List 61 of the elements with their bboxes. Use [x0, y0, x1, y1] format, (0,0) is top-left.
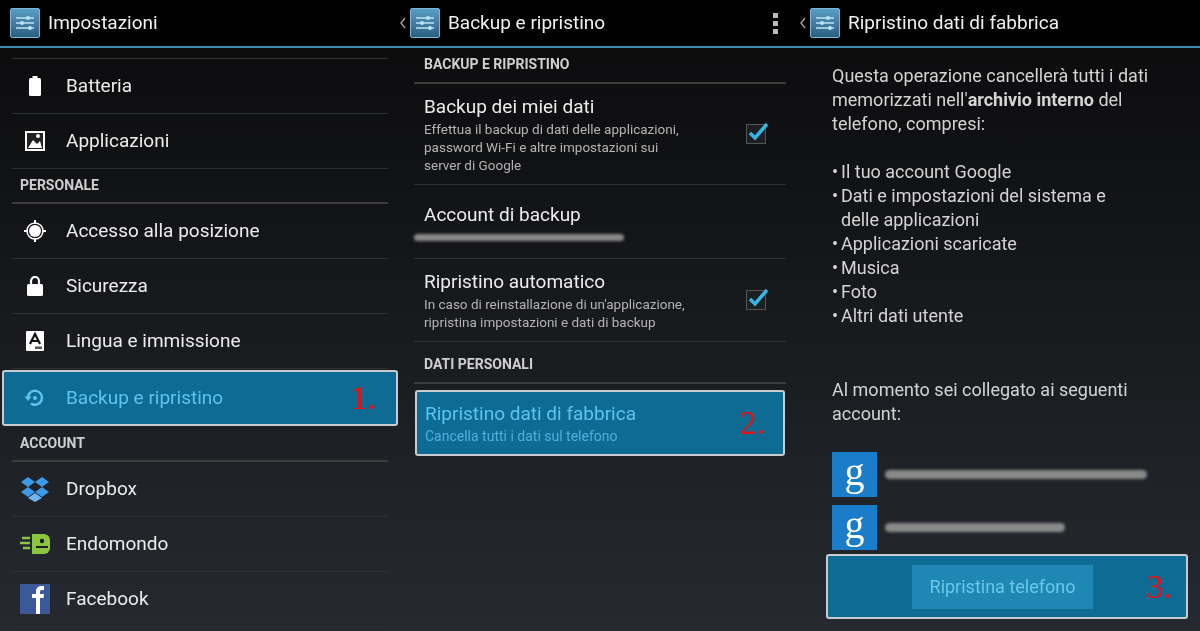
bullet: • [832, 280, 840, 304]
section-header: PERSONALE [19, 176, 100, 195]
account-item[interactable]: Account di backup [414, 185, 786, 259]
settings-app-icon[interactable] [810, 8, 840, 38]
social-logo-icon [20, 584, 50, 614]
bullet: • [832, 160, 840, 184]
bullet: • [832, 232, 840, 256]
settings-item[interactable]: Dropbox [12, 462, 388, 517]
checkbox-item[interactable]: Ripristino automatico In caso di reinstallazione di un'applicazione, ripristina impostazioni e dati di backup [414, 259, 786, 342]
section-header: BACKUP E RIPRISTINO [423, 55, 571, 74]
section-header: ACCOUNT [19, 434, 86, 453]
list-item: Altri dati utente [841, 304, 965, 328]
bullet: • [832, 184, 840, 208]
settings-item[interactable]: Batteria [12, 59, 388, 114]
screen-title: Ripristino dati di fabbrica [848, 9, 1060, 36]
account-icon: g [832, 452, 877, 497]
settings-item[interactable]: Sicurezza [12, 259, 388, 314]
item-title: Backup dei miei dati [424, 94, 596, 120]
step-number: 1. [350, 381, 376, 415]
overflow-menu-icon[interactable] [773, 12, 778, 34]
item-title: Ripristino dati di fabbrica [425, 401, 637, 427]
bullet: • [832, 304, 840, 328]
list-item: Dati e impostazioni del sistema e delle applicazioni [841, 184, 1107, 232]
item-summary: Cancella tutti i dati sul telefono [425, 427, 619, 445]
settings-item[interactable]: Accesso alla posizione [12, 204, 388, 259]
screen-title: Backup e ripristino [448, 9, 607, 36]
section-header: DATI PERSONALI [423, 355, 534, 374]
settings-app-icon[interactable] [410, 8, 440, 38]
list-item: Musica [841, 256, 901, 280]
battery-icon [29, 76, 41, 96]
intro-text: Questa operazione cancellerà tutti i dati memorizzati nell'archivio interno del telefono, compresi: [832, 64, 1150, 136]
restore-icon [24, 387, 46, 409]
item-title: Ripristino automatico [424, 269, 607, 295]
list-item: Foto [841, 280, 878, 304]
settings-item[interactable]: Lingua e immissione [12, 314, 388, 369]
step-number: 3. [1146, 569, 1172, 604]
item-summary: Effettua il backup di dati delle applicazioni, password Wi-Fi e altre impostazioni sui server di Google [424, 120, 680, 174]
running-creature-icon [20, 532, 50, 556]
screen-title: Impostazioni [48, 9, 159, 36]
open-box-icon [20, 476, 50, 502]
location-icon [24, 220, 46, 242]
picture-icon [25, 131, 45, 151]
back-chevron-icon[interactable] [800, 17, 806, 29]
item-summary: In caso di reinstallazione di un'applicazione, ripristina impostazioni e dati di backup [424, 295, 686, 331]
settings-app-icon[interactable] [10, 8, 40, 38]
settings-item[interactable]: Applicazioni [12, 114, 388, 169]
account-icon: g [832, 505, 877, 550]
checkbox[interactable] [746, 290, 766, 310]
settings-item[interactable]: Endomondo [12, 517, 388, 572]
list-item: Applicazioni scaricate [841, 232, 1018, 256]
lock-icon [27, 276, 43, 296]
keyboard-letter-icon [26, 331, 44, 351]
list-item: Il tuo account Google [841, 160, 1013, 184]
checkbox-item[interactable]: Backup dei miei dati Effettua il backup di dati delle applicazioni, password Wi-Fi e altre impostazioni sui server di Google [414, 84, 786, 185]
checkbox[interactable] [746, 124, 766, 144]
step-number: 2. [739, 406, 765, 440]
settings-item[interactable]: Facebook [12, 572, 388, 627]
back-chevron-icon[interactable] [400, 17, 406, 29]
accounts-intro: Al momento sei collegato ai seguenti account: [832, 378, 1129, 426]
bullet: • [832, 256, 840, 280]
item-title: Account di backup [424, 202, 582, 228]
